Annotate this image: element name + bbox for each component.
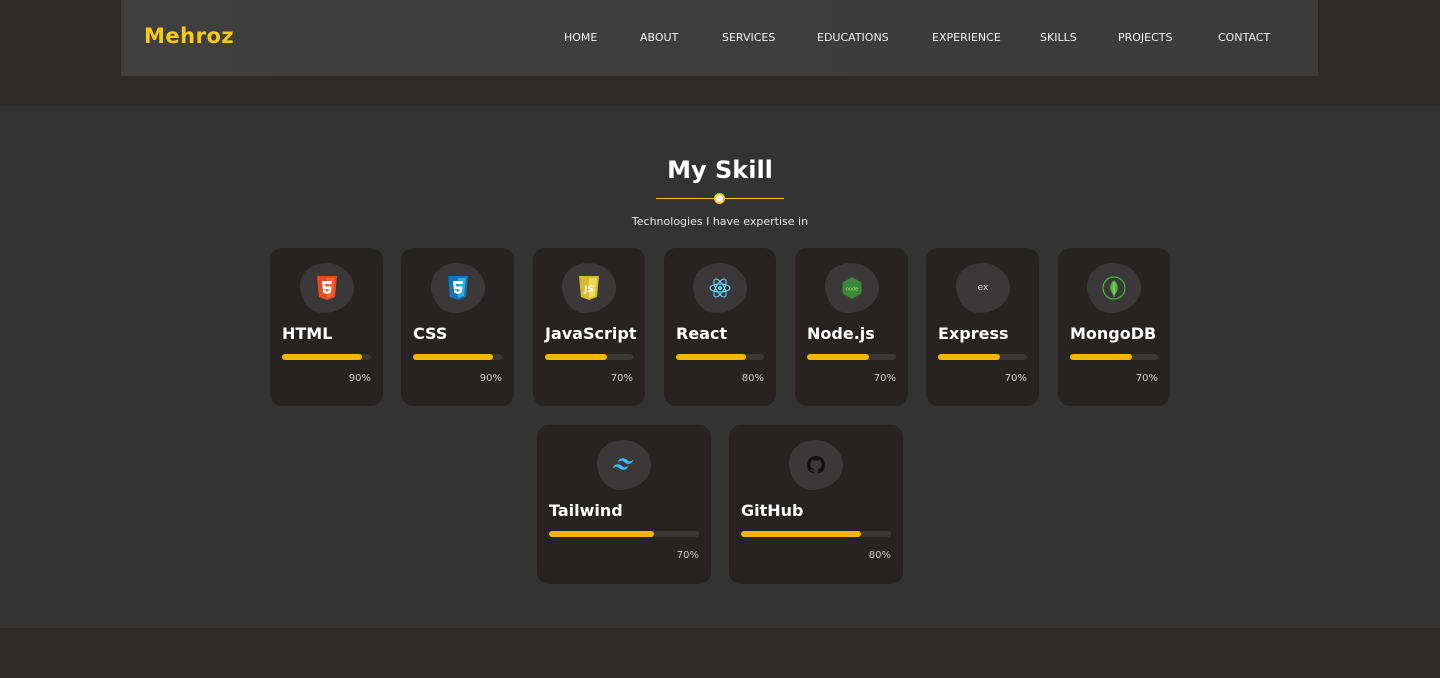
- skill-card-react: React 80%: [664, 248, 776, 406]
- skill-name: GitHub: [741, 501, 804, 520]
- nav-link-services[interactable]: SERVICES: [722, 31, 775, 44]
- nav-link-about[interactable]: ABOUT: [640, 31, 678, 44]
- skill-progress-track: [807, 354, 896, 360]
- nav-links: HOME ABOUT SERVICES EDUCATIONS EXPERIENC…: [121, 31, 1318, 45]
- skill-progress-fill: [938, 354, 1000, 360]
- skill-progress-fill: [545, 354, 607, 360]
- html5-icon: [300, 263, 354, 313]
- skill-progress-track: [938, 354, 1027, 360]
- skill-progress-fill: [676, 354, 746, 360]
- skill-percent-label: 90%: [479, 373, 502, 384]
- nav-link-contact[interactable]: CONTACT: [1218, 31, 1270, 44]
- skill-percent-label: 80%: [741, 373, 764, 384]
- nodejs-icon: node: [825, 263, 879, 313]
- react-icon: [693, 263, 747, 313]
- skill-name: Node.js: [807, 324, 875, 343]
- tailwind-icon: [597, 440, 651, 490]
- section-subtitle: Technologies I have expertise in: [631, 215, 809, 228]
- skill-card-html: HTML 90%: [270, 248, 383, 406]
- css3-icon: [431, 263, 485, 313]
- divider-dot: [714, 193, 725, 204]
- skill-name: React: [676, 324, 728, 343]
- skill-name: HTML: [282, 324, 333, 343]
- skill-progress-track: [545, 354, 633, 360]
- skill-progress-track: [282, 354, 371, 360]
- skill-card-mongodb: MongoDB 70%: [1058, 248, 1170, 406]
- skill-percent-label: 90%: [348, 373, 371, 384]
- page-footer-band: [0, 628, 1440, 678]
- skill-percent-label: 80%: [868, 550, 891, 561]
- skill-percent-label: 70%: [1004, 373, 1027, 384]
- skill-progress-track: [741, 531, 891, 537]
- skill-percent-label: 70%: [1135, 373, 1158, 384]
- express-icon-text: ex: [977, 283, 989, 293]
- nav-link-experience[interactable]: EXPERIENCE: [932, 31, 1001, 44]
- skill-progress-fill: [807, 354, 869, 360]
- skill-percent-label: 70%: [873, 373, 896, 384]
- nav-link-skills[interactable]: SKILLS: [1040, 31, 1077, 44]
- skill-progress-track: [1070, 354, 1158, 360]
- skill-name: Tailwind: [549, 501, 623, 520]
- title-divider: [656, 193, 784, 204]
- mongodb-icon: [1087, 263, 1141, 313]
- skill-progress-fill: [549, 531, 654, 537]
- skill-name: MongoDB: [1070, 324, 1157, 343]
- skill-progress-fill: [1070, 354, 1132, 360]
- skill-card-javascript: JS JavaScript 70%: [533, 248, 645, 406]
- svg-text:JS: JS: [583, 285, 594, 295]
- skill-progress-fill: [413, 354, 493, 360]
- skill-progress-fill: [282, 354, 362, 360]
- nav-link-home[interactable]: HOME: [564, 31, 597, 44]
- nav-link-projects[interactable]: PROJECTS: [1118, 31, 1173, 44]
- skill-percent-label: 70%: [676, 550, 699, 561]
- skill-progress-fill: [741, 531, 861, 537]
- svg-text:node: node: [846, 287, 858, 293]
- express-icon: ex: [956, 263, 1010, 313]
- skill-progress-track: [676, 354, 764, 360]
- skill-name: Express: [938, 324, 1009, 343]
- section-title: My Skill: [667, 156, 773, 184]
- skill-percent-label: 70%: [610, 373, 633, 384]
- javascript-icon: JS: [562, 263, 616, 313]
- skill-card-css: CSS 90%: [401, 248, 514, 406]
- nav-link-educations[interactable]: EDUCATIONS: [817, 31, 889, 44]
- skill-card-express: ex Express 70%: [926, 248, 1039, 406]
- skill-card-node-js: node Node.js 70%: [795, 248, 908, 406]
- skill-name: CSS: [413, 324, 448, 343]
- skill-card-github: GitHub 80%: [729, 425, 903, 584]
- skill-progress-track: [549, 531, 699, 537]
- skill-card-tailwind: Tailwind 70%: [537, 425, 711, 584]
- navbar: Mehroz HOME ABOUT SERVICES EDUCATIONS EX…: [121, 0, 1318, 76]
- github-icon: [789, 440, 843, 490]
- skill-progress-track: [413, 354, 502, 360]
- skill-name: JavaScript: [545, 324, 637, 343]
